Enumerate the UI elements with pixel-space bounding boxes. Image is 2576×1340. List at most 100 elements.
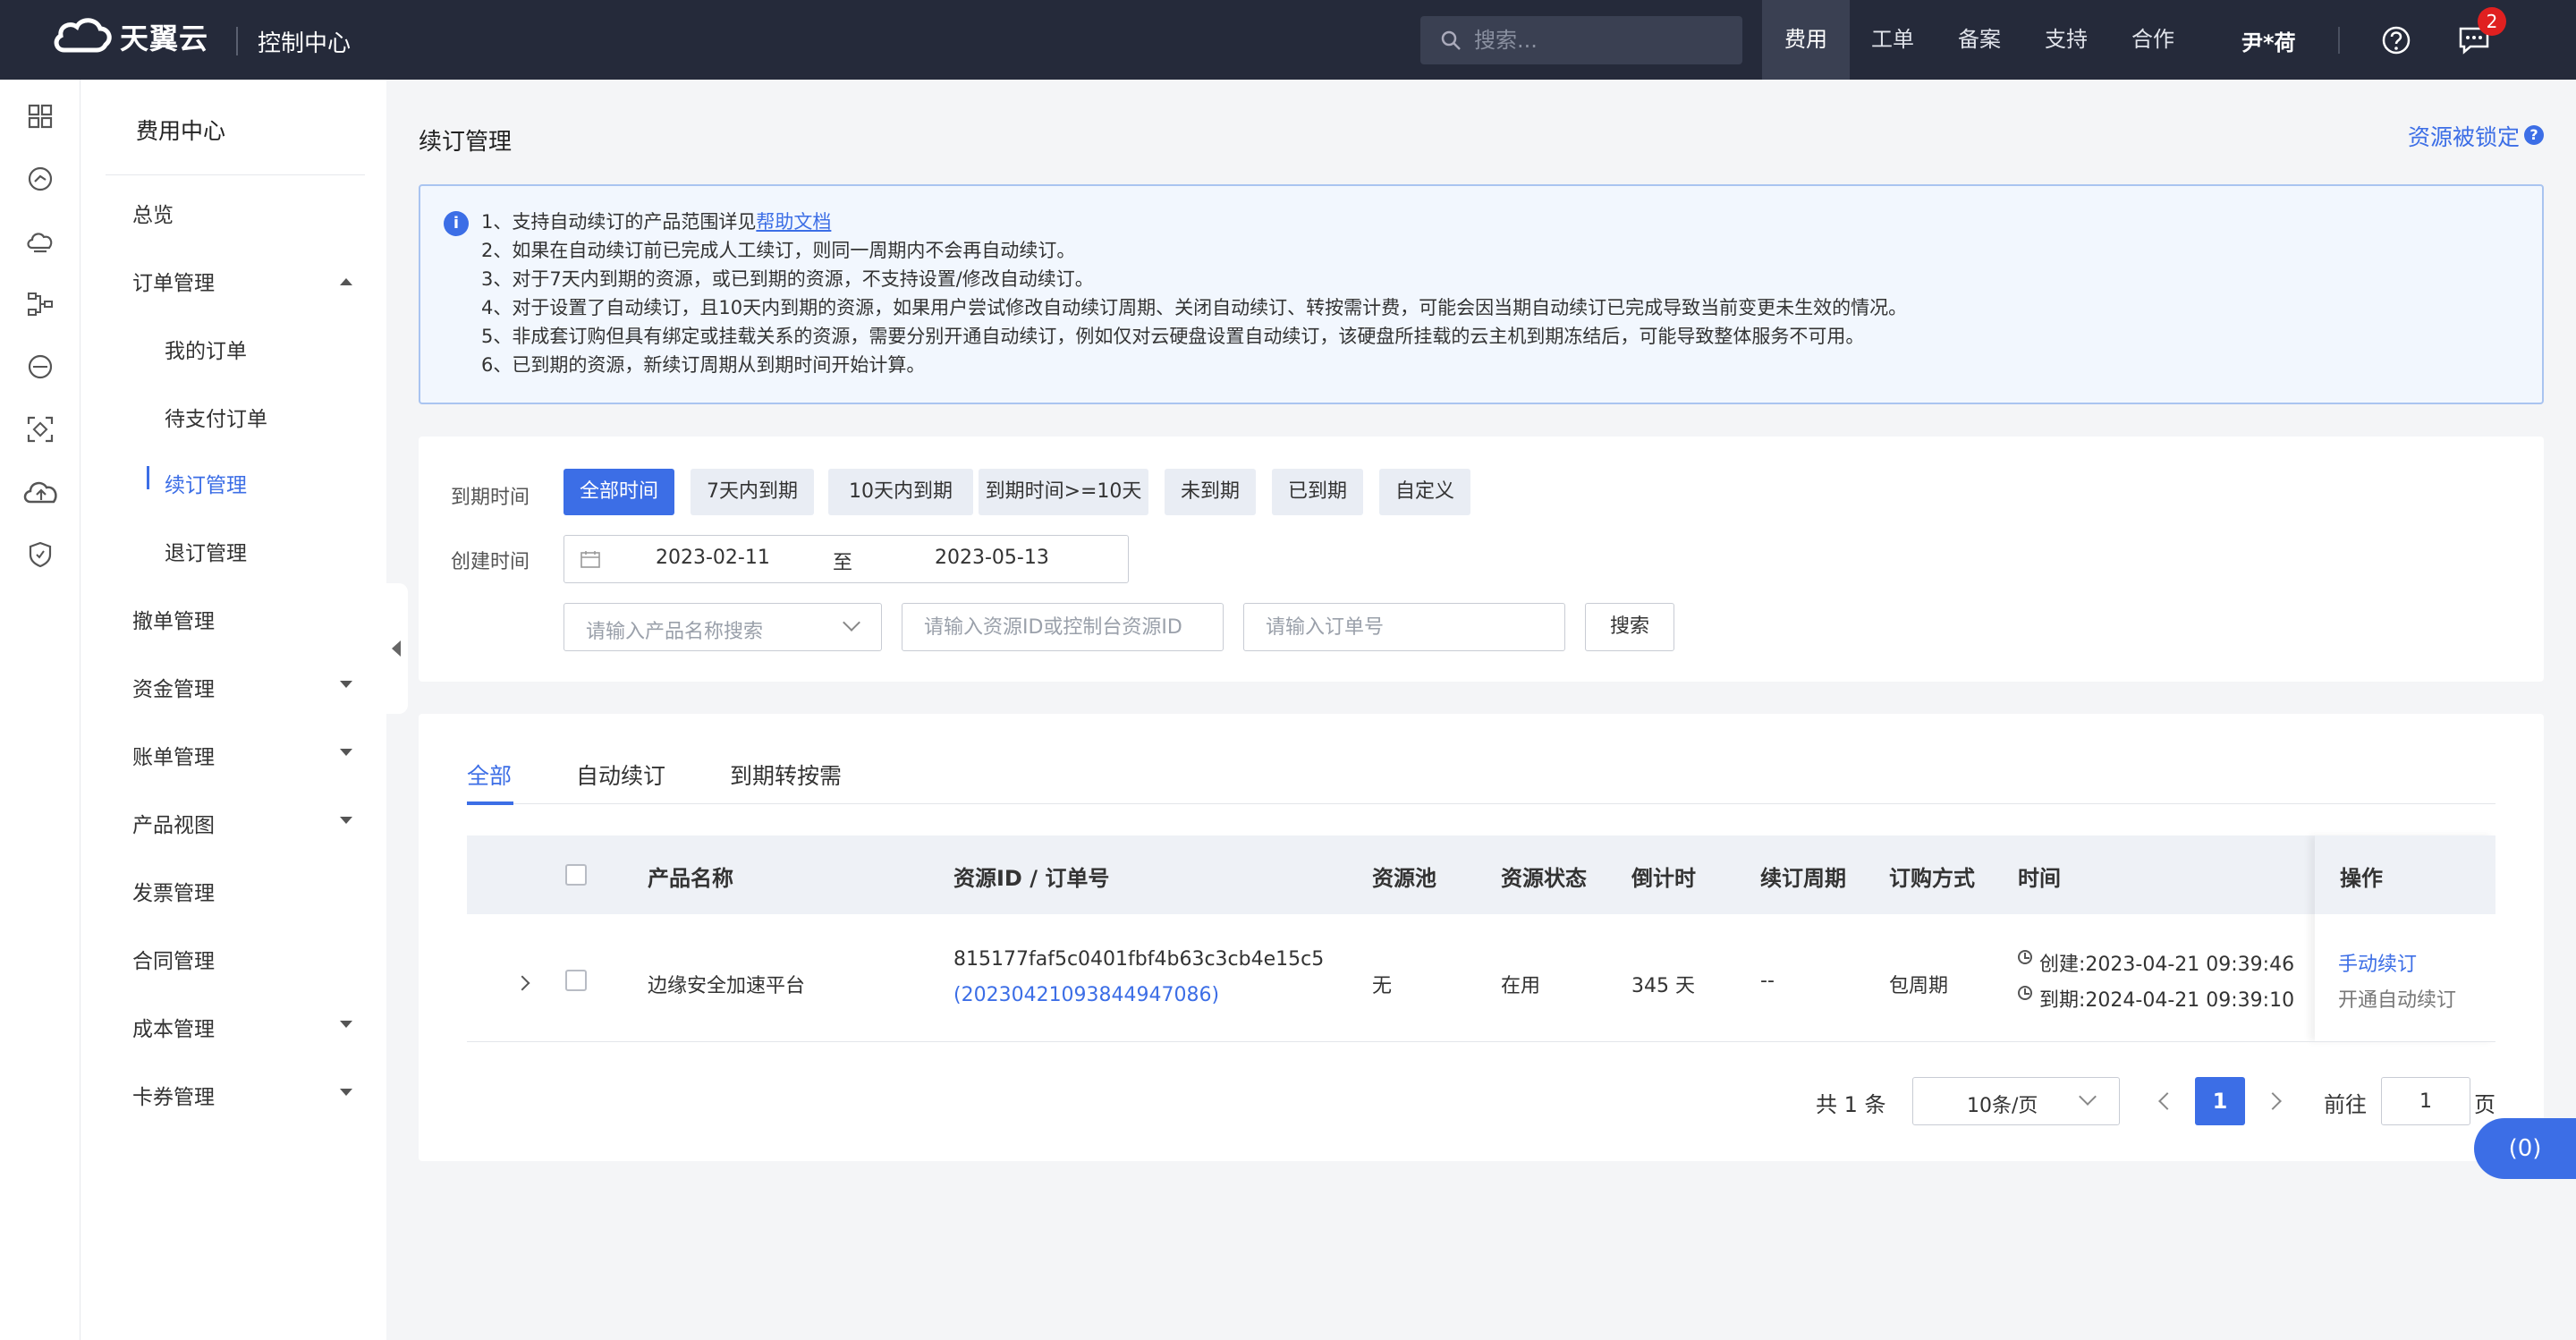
filter-chip-expired[interactable]: 已到期	[1272, 469, 1363, 515]
tab-all[interactable]: 全部	[467, 759, 512, 791]
console-title[interactable]: 控制中心	[258, 25, 351, 58]
filter-panel: 到期时间 全部时间 7天内到期 10天内到期 到期时间>=10天 未到期 已到期…	[419, 437, 2544, 682]
nav-partner[interactable]: 合作	[2109, 0, 2197, 80]
enable-auto-renew-link[interactable]: 开通自动续订	[2338, 984, 2456, 1013]
cloud-upload-icon[interactable]	[21, 477, 61, 507]
goto-page-input[interactable]	[2381, 1077, 2470, 1125]
page-size-select[interactable]: 10条/页	[1912, 1077, 2120, 1125]
filter-chip-custom[interactable]: 自定义	[1379, 469, 1470, 515]
resource-id-input[interactable]	[902, 603, 1224, 651]
speed-gauge-icon[interactable]	[25, 164, 55, 194]
scan-focus-icon[interactable]	[25, 414, 55, 445]
storage-disk-icon[interactable]	[25, 352, 55, 382]
filter-chip-not-expired[interactable]: 未到期	[1165, 469, 1256, 515]
global-search[interactable]	[1420, 16, 1742, 64]
caret-down-icon[interactable]	[340, 749, 352, 756]
date-to[interactable]: 2023-05-13	[935, 547, 1049, 569]
help-doc-link[interactable]: 帮助文档	[756, 211, 831, 233]
cloud-server-icon[interactable]	[25, 226, 55, 257]
global-search-input[interactable]	[1474, 28, 1724, 53]
caret-down-icon[interactable]	[340, 1089, 352, 1096]
create-time-label: 创建时间	[451, 551, 530, 573]
cell-countdown: 345 天	[1631, 975, 1695, 997]
sidebar-item-cancel-orders[interactable]: 撤单管理	[132, 604, 215, 634]
caret-down-icon[interactable]	[340, 1021, 352, 1028]
cell-created-time: 创建:2023-04-21 09:39:46	[2039, 954, 2295, 976]
sidebar-item-renewal[interactable]: 续订管理	[165, 468, 247, 498]
sidebar-item-funds[interactable]: 资金管理	[132, 672, 215, 702]
floating-cart-badge[interactable]: (0)	[2474, 1118, 2576, 1179]
next-page-icon[interactable]	[2264, 1092, 2282, 1110]
tab-divider	[467, 803, 2496, 804]
date-from[interactable]: 2023-02-11	[656, 547, 770, 569]
resource-locked-link[interactable]: 资源被锁定	[2408, 120, 2520, 152]
col-resource-id: 资源ID / 订单号	[953, 866, 1110, 891]
page-number-current[interactable]: 1	[2195, 1077, 2245, 1125]
sidebar-item-invoices[interactable]: 发票管理	[132, 876, 215, 906]
question-icon[interactable]: ?	[2524, 125, 2544, 145]
info-notice: i 1、支持自动续订的产品范围详见帮助文档 2、如果在自动续订前已完成人工续订，…	[419, 184, 2544, 404]
cell-order-no-link[interactable]: (20230421093844947086)	[953, 984, 1219, 1006]
nav-support[interactable]: 支持	[2023, 0, 2109, 80]
sidebar-item-order-management[interactable]: 订单管理	[132, 266, 215, 296]
expand-row-icon[interactable]	[514, 975, 530, 991]
cell-status: 在用	[1501, 975, 1541, 997]
cell-expire-time: 到期:2024-04-21 09:39:10	[2039, 989, 2295, 1012]
sidebar-item-overview[interactable]: 总览	[132, 198, 174, 228]
logo[interactable]: 天翼云	[52, 16, 208, 57]
sidebar-item-coupons[interactable]: 卡券管理	[132, 1080, 215, 1110]
search-icon	[1441, 30, 1461, 50]
notice-line-6: 6、已到期的资源，新续订周期从到期时间开始计算。	[481, 354, 926, 376]
active-indicator	[147, 466, 149, 489]
info-icon: i	[444, 211, 469, 236]
prev-page-icon[interactable]	[2158, 1092, 2176, 1110]
goto-suffix: 页	[2474, 1092, 2496, 1117]
caret-down-icon[interactable]	[340, 817, 352, 824]
clock-icon	[2018, 986, 2032, 1000]
nav-fees[interactable]: 费用	[1762, 0, 1850, 80]
create-date-range[interactable]: 2023-02-11 至 2023-05-13	[564, 535, 1129, 583]
calendar-icon	[580, 551, 600, 568]
col-countdown: 倒计时	[1631, 866, 1696, 891]
filter-chip-over-10-days[interactable]: 到期时间>=10天	[979, 469, 1148, 515]
product-name-select[interactable]: 请输入产品名称搜索	[564, 603, 882, 651]
notice-line-5: 5、非成套订购但具有绑定或挂载关系的资源，需要分别开通自动续订，例如仅对云硬盘设…	[481, 326, 1865, 347]
chevron-down-icon	[2079, 1088, 2097, 1106]
sidebar-item-unsubscribe[interactable]: 退订管理	[165, 536, 247, 566]
network-topology-icon[interactable]	[25, 289, 55, 319]
expire-time-label: 到期时间	[451, 487, 530, 509]
caret-up-icon[interactable]	[340, 278, 352, 285]
nav-tickets[interactable]: 工单	[1850, 0, 1936, 80]
order-number-input[interactable]	[1243, 603, 1565, 651]
manual-renew-link[interactable]: 手动续订	[2338, 948, 2417, 977]
dashboard-grid-icon[interactable]	[25, 101, 55, 131]
sidebar-item-product-view[interactable]: 产品视图	[132, 808, 215, 838]
sidebar-item-bills[interactable]: 账单管理	[132, 740, 215, 770]
filter-chip-10-days[interactable]: 10天内到期	[828, 469, 973, 515]
sidebar-item-my-orders[interactable]: 我的订单	[165, 334, 247, 364]
search-button[interactable]: 搜索	[1585, 603, 1674, 651]
tab-expire-to-ondemand[interactable]: 到期转按需	[730, 759, 842, 791]
header-divider-right	[2338, 27, 2340, 54]
cell-purchase-type: 包周期	[1889, 975, 1949, 997]
help-icon[interactable]	[2381, 25, 2411, 55]
user-menu[interactable]: 尹*荷	[2241, 25, 2296, 56]
row-checkbox[interactable]	[565, 970, 587, 991]
sidebar-item-contracts[interactable]: 合同管理	[132, 944, 215, 974]
filter-chip-all-time[interactable]: 全部时间	[564, 469, 674, 515]
sidebar-collapse-toggle[interactable]	[386, 583, 408, 714]
security-shield-icon[interactable]	[25, 539, 55, 570]
notice-line-1-text: 1、支持自动续订的产品范围详见	[481, 211, 757, 233]
nav-filing[interactable]: 备案	[1936, 0, 2023, 80]
sidebar-divider	[106, 174, 365, 175]
sidebar-item-cost[interactable]: 成本管理	[132, 1012, 215, 1042]
notice-line-1: 1、支持自动续订的产品范围详见帮助文档	[481, 208, 831, 234]
filter-chip-7-days[interactable]: 7天内到期	[691, 469, 814, 515]
cell-cycle: --	[1760, 970, 1775, 992]
tab-auto-renew[interactable]: 自动续订	[576, 759, 665, 791]
sidebar-item-pending-orders[interactable]: 待支付订单	[165, 402, 267, 432]
select-all-checkbox[interactable]	[565, 864, 587, 886]
pagination-total: 共 1 条	[1816, 1092, 1886, 1117]
chevron-down-icon	[843, 614, 860, 632]
caret-down-icon[interactable]	[340, 681, 352, 688]
